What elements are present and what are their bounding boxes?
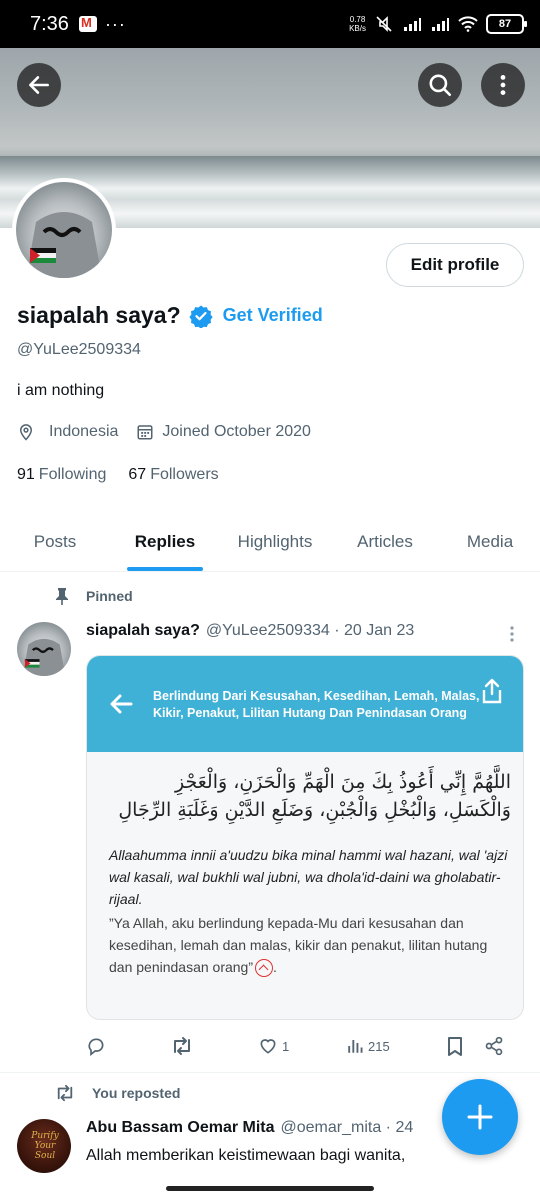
bookmark-icon (448, 1037, 462, 1056)
like-count: 1 (282, 1038, 290, 1054)
pin-icon (56, 588, 68, 605)
card-translation-text: ”Ya Allah, aku berlindung kepada-Mu dari… (109, 915, 488, 975)
profile-joined: Joined October 2020 (162, 423, 311, 440)
following-link[interactable]: 91 Following (17, 466, 106, 484)
reply-icon (88, 1038, 104, 1056)
avatar-illustration (26, 212, 102, 278)
more-options-button[interactable] (481, 63, 525, 107)
followers-count: 67 (128, 466, 147, 483)
signal-icon-2 (432, 18, 449, 31)
network-speed: 0.78 KB/s (349, 15, 366, 33)
post-actions: 1 215 (86, 1032, 524, 1060)
get-verified-link[interactable]: Get Verified (223, 305, 323, 326)
battery-icon: 87 (486, 14, 527, 34)
back-button[interactable] (17, 63, 61, 107)
post-meta: @YuLee2509334 · 20 Jan 23 (205, 622, 415, 639)
tab-posts[interactable]: Posts (0, 512, 110, 571)
mute-icon (376, 16, 392, 32)
search-button[interactable] (418, 63, 462, 107)
avatar-image (16, 182, 112, 278)
repost-text: Allah memberikan keistimewaan bagi wanit… (86, 1147, 406, 1164)
repost-context: You reposted (54, 1084, 180, 1102)
compose-post-button[interactable] (442, 1079, 518, 1155)
profile-tabs: Posts Replies Highlights Articles Media (0, 512, 540, 572)
pinned-label: Pinned (86, 588, 133, 604)
profile-avatar[interactable] (12, 178, 116, 282)
repost-button[interactable] (170, 1036, 258, 1056)
card-translation: ”Ya Allah, aku berlindung kepada-Mu dari… (109, 912, 509, 978)
views-button[interactable]: 215 (346, 1037, 446, 1055)
post-header: siapalah saya? @YuLee2509334 · 20 Jan 23 (86, 622, 414, 640)
repost-meta: @oemar_mita · 24 (280, 1119, 414, 1136)
status-time: 7:36 (30, 12, 69, 35)
arrow-left-icon (110, 694, 133, 714)
share-icon (482, 678, 502, 704)
card-latin-text: Allaahumma innii a'uudzu bika minal hamm… (109, 847, 508, 907)
repost-author-name[interactable]: Abu Bassam Oemar Mita (86, 1119, 275, 1137)
post-author-name[interactable]: siapalah saya? (86, 622, 200, 640)
calendar-icon (137, 425, 153, 440)
repost-label: You reposted (92, 1085, 181, 1101)
post-author-avatar[interactable] (17, 622, 71, 676)
verified-badge-icon[interactable] (189, 304, 213, 328)
bookmark-button[interactable] (446, 1036, 484, 1056)
gmail-icon (78, 15, 97, 32)
share-nodes-icon (485, 1036, 503, 1056)
card-header: Berlindung Dari Kesusahan, Kesedihan, Le… (87, 656, 523, 752)
chevron-up-icon (255, 959, 274, 978)
profile-bio: i am nothing (17, 382, 105, 399)
tab-replies[interactable]: Replies (110, 512, 220, 571)
card-arabic-text: اللَّهُمَّ إِنِّي أَعُوذُ بِكَ مِنَ الْه… (118, 771, 511, 821)
following-count: 91 (17, 466, 35, 483)
followers-link[interactable]: 67 Followers (128, 466, 218, 484)
repost-avatar-text: Purify Your Soul (31, 1131, 59, 1161)
signal-icon (404, 18, 421, 31)
post-divider (0, 1072, 540, 1073)
heart-icon (260, 1039, 276, 1054)
pinned-context: Pinned (54, 587, 133, 605)
share-button[interactable] (484, 1036, 504, 1056)
profile-location: Indonesia (49, 423, 119, 440)
repost-icon (174, 1037, 190, 1055)
profile-handle: @YuLee2509334 (17, 341, 141, 358)
status-bar: 7:36 ··· 0.78 KB/s 87 (0, 0, 540, 48)
plus-icon (467, 1104, 493, 1130)
post-media-card[interactable]: Berlindung Dari Kesusahan, Kesedihan, Le… (86, 655, 524, 1020)
repost-header: Abu Bassam Oemar Mita @oemar_mita · 24 (86, 1119, 413, 1137)
views-icon (348, 1040, 363, 1053)
followers-label: Followers (150, 466, 219, 483)
following-label: Following (38, 466, 107, 483)
tab-highlights[interactable]: Highlights (220, 512, 330, 571)
search-icon (429, 74, 452, 97)
views-count: 215 (368, 1038, 390, 1054)
more-vertical-icon (500, 75, 506, 95)
gesture-nav-bar[interactable] (166, 1186, 374, 1191)
edit-profile-button[interactable]: Edit profile (386, 243, 524, 287)
card-title: Berlindung Dari Kesusahan, Kesedihan, Le… (153, 689, 480, 720)
display-name: siapalah saya? (17, 302, 181, 328)
reply-button[interactable] (86, 1036, 170, 1056)
post-more-icon[interactable] (504, 624, 520, 644)
repost-icon (57, 1084, 73, 1102)
tab-articles[interactable]: Articles (330, 512, 440, 571)
more-notifications-icon: ··· (104, 13, 126, 34)
location-icon (19, 424, 33, 441)
post-avatar-illustration (22, 638, 66, 676)
like-button[interactable]: 1 (258, 1036, 346, 1056)
wifi-icon (458, 16, 478, 32)
tab-media[interactable]: Media (440, 512, 540, 571)
repost-author-avatar[interactable]: Purify Your Soul (17, 1119, 71, 1173)
arrow-left-icon (29, 76, 49, 94)
